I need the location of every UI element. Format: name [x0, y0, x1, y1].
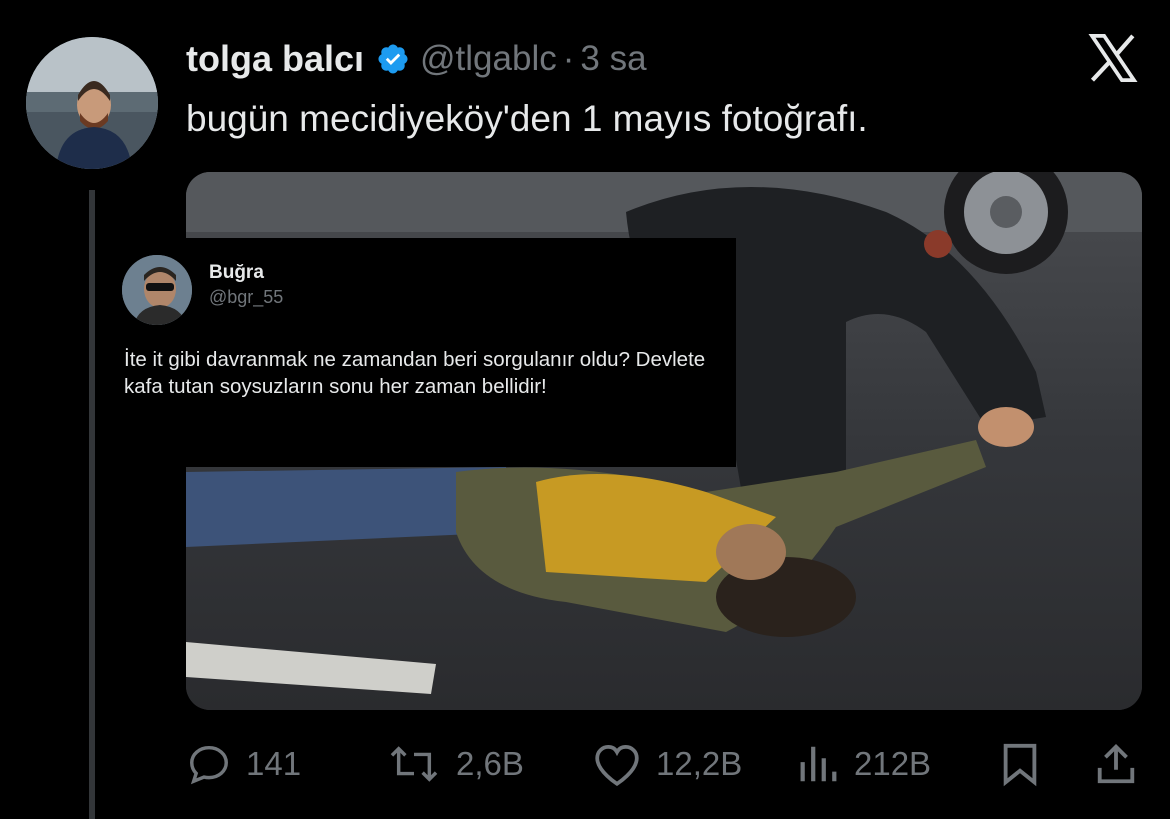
verified-badge-icon: [376, 42, 410, 76]
quoted-author-avatar[interactable]: [122, 255, 192, 325]
tweet-header: tolga balcı @tlgablc · 3 sa: [186, 36, 647, 82]
author-avatar[interactable]: [26, 37, 158, 169]
repost-count: 2,6B: [456, 745, 524, 782]
timestamp[interactable]: 3 sa: [580, 39, 646, 79]
repost-icon: [390, 746, 438, 782]
views-button[interactable]: 212B: [796, 738, 931, 790]
share-button[interactable]: [1094, 738, 1138, 790]
reply-count: 141: [246, 745, 302, 782]
quoted-tweet-text: İte it gibi davranmak ne zamandan beri s…: [124, 348, 706, 398]
share-icon: [1097, 744, 1135, 784]
reply-button[interactable]: 141: [186, 738, 301, 790]
tweet-text: bugün mecidiyeköy'den 1 mayıs fotoğrafı.: [186, 98, 868, 139]
views-count: 212B: [854, 745, 932, 782]
author-name[interactable]: tolga balcı: [186, 38, 364, 80]
quoted-avatar-image: [122, 255, 192, 325]
action-bar: 141 2,6B 12,2B 212B: [186, 738, 1142, 790]
separator-dot: ·: [562, 39, 575, 78]
views-icon: [800, 746, 837, 782]
heart-icon: [595, 745, 639, 787]
like-count: 12,2B: [656, 745, 743, 782]
quoted-author-handle[interactable]: @bgr_55: [209, 287, 283, 308]
author-avatar-image: [26, 37, 158, 169]
like-button[interactable]: 12,2B: [592, 738, 742, 790]
thread-line: [89, 190, 95, 819]
repost-button[interactable]: 2,6B: [386, 738, 524, 790]
author-handle[interactable]: @tlgablc: [420, 39, 557, 79]
bookmark-icon: [1003, 743, 1037, 787]
reply-icon: [190, 745, 228, 785]
quoted-author-name[interactable]: Buğra: [209, 262, 264, 284]
x-logo-icon[interactable]: [1085, 30, 1141, 86]
bookmark-button[interactable]: [998, 738, 1042, 790]
